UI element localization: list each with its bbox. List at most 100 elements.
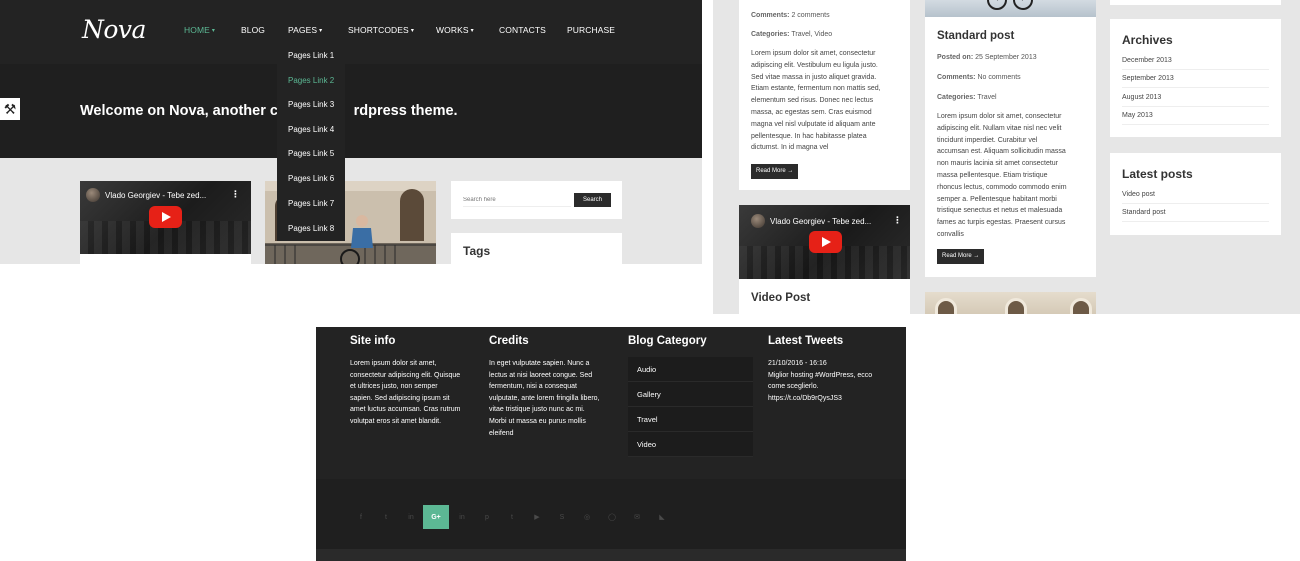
post-card: Comments: 2 comments Categories: Travel,… <box>739 0 910 190</box>
dropdown-item[interactable]: Pages Link 6 <box>288 174 334 183</box>
top-navbar: Nova HOME ▾ BLOG PAGES ▾ SHORTCODES ▾ WORKS… <box>0 0 702 64</box>
latest-posts-widget: Latest posts Video post Standard post <box>1110 153 1281 235</box>
dropdown-item[interactable]: Pages Link 5 <box>288 149 334 158</box>
nav-item-contacts[interactable]: CONTACTS <box>499 25 546 35</box>
latest-posts-title: Latest posts <box>1122 167 1193 181</box>
widget-stub <box>1110 0 1281 5</box>
post-excerpt: Lorem ipsum dolor sit amet, consectetur a… <box>937 113 1067 238</box>
chevron-down-icon: ▾ <box>470 28 474 34</box>
site-logo[interactable]: Nova <box>82 15 146 44</box>
arch-window <box>1005 298 1027 314</box>
more-options-icon[interactable]: ⋮ <box>231 189 240 200</box>
site-info-text: Lorem ipsum dolor sit amet, consectetur a… <box>350 360 461 425</box>
video-player[interactable]: Vlado Georgiev - Tebe zed... ⋮ <box>80 181 251 254</box>
skype-icon[interactable]: S <box>549 505 575 529</box>
latest-tweets-text: 21/10/2016 - 16:16 Miglior hosting #WordP… <box>768 360 873 402</box>
nav-item-pages[interactable]: PAGES ▾ <box>288 25 322 35</box>
category-link-gallery[interactable]: Gallery <box>628 382 753 407</box>
building-image[interactable] <box>925 292 1096 314</box>
tools-icon[interactable]: ⚒ <box>0 98 20 120</box>
blog-category-title: Blog Category <box>628 335 707 347</box>
nav-item-home[interactable]: HOME ▾ <box>184 25 215 35</box>
tags-title: Tags <box>463 244 491 258</box>
arch-window <box>1070 298 1092 314</box>
dropdown-item[interactable]: Pages Link 1 <box>288 51 334 60</box>
dropdown-item[interactable]: Pages Link 2 <box>288 76 334 85</box>
chevron-down-icon: ▾ <box>211 28 216 34</box>
standard-post-card: Standard post Posted on: 25 September 20… <box>925 17 1096 277</box>
video-title[interactable]: Vlado Georgiev - Tebe zed... <box>770 217 871 226</box>
video-title[interactable]: Vlado Georgiev - Tebe zed... <box>105 191 206 200</box>
nav-item-blog[interactable]: BLOG <box>241 25 265 35</box>
email-icon[interactable]: ✉ <box>624 505 650 529</box>
chevron-down-icon: ▾ <box>319 28 323 34</box>
video-post-card: Vlado Georgiev - Tebe zed... ⋮ Video Pos… <box>739 205 910 314</box>
video-post-title[interactable]: Video Post <box>751 292 810 304</box>
site-info-title: Site info <box>350 335 396 347</box>
play-icon[interactable] <box>809 231 842 253</box>
latest-post-link[interactable]: Video post <box>1122 191 1269 204</box>
dribbble-icon[interactable]: ◎ <box>574 505 600 529</box>
post-title[interactable]: Standard post <box>937 30 1014 42</box>
tags-widget: Tags <box>451 233 622 264</box>
tumblr-icon[interactable]: t <box>499 505 525 529</box>
dropdown-item[interactable]: Pages Link 3 <box>288 100 334 109</box>
pinterest-icon[interactable]: p <box>474 505 500 529</box>
twitter-icon[interactable]: t <box>373 505 399 529</box>
chevron-down-icon: ▾ <box>410 28 414 34</box>
hero-banner: Welcome on Nova, another cr rdpress theme… <box>0 64 702 158</box>
archive-link[interactable]: May 2013 <box>1122 112 1269 125</box>
nav-item-purchase[interactable]: PURCHASE <box>567 25 615 35</box>
google-plus-icon[interactable]: G+ <box>423 505 449 529</box>
avatar <box>751 214 765 228</box>
linkedin-alt-icon[interactable]: in <box>449 505 475 529</box>
read-more-button[interactable]: Read More → <box>751 164 799 179</box>
bike-image[interactable] <box>925 0 1096 17</box>
more-options-icon[interactable]: ⋮ <box>893 215 902 226</box>
archive-link[interactable]: August 2013 <box>1122 94 1269 107</box>
archives-title: Archives <box>1122 33 1173 47</box>
footer-preview-panel: Site info Lorem ipsum dolor sit amet, con… <box>316 327 906 561</box>
video-player[interactable]: Vlado Georgiev - Tebe zed... ⋮ <box>739 205 910 279</box>
video-header: Vlado Georgiev - Tebe zed... <box>751 214 871 228</box>
latest-post-link[interactable]: Standard post <box>1122 209 1269 222</box>
facebook-icon[interactable]: f <box>348 505 374 529</box>
post-categories: Categories: Travel <box>937 94 997 101</box>
read-more-button[interactable]: Read More → <box>937 249 985 264</box>
credits-title: Credits <box>489 335 529 347</box>
rss-icon[interactable]: ◣ <box>649 505 675 529</box>
post-excerpt: Lorem ipsum dolor sit amet, consectetur a… <box>751 50 881 152</box>
hero-title: Welcome on Nova, another cr rdpress theme… <box>80 103 458 119</box>
video-header: Vlado Georgiev - Tebe zed... <box>86 188 206 202</box>
blog-preview-panel: Comments: 2 comments Categories: Travel,… <box>713 0 1300 314</box>
linkedin-icon[interactable]: in <box>398 505 424 529</box>
pages-dropdown-menu: Pages Link 1 Pages Link 2 Pages Link 3 P… <box>277 44 345 241</box>
category-link-video[interactable]: Video <box>628 432 753 457</box>
nav-item-works[interactable]: WORKS ▾ <box>436 25 474 35</box>
archive-link[interactable]: December 2013 <box>1122 57 1269 70</box>
avatar <box>86 188 100 202</box>
post-comments: Comments: No comments <box>937 74 1021 81</box>
youtube-icon[interactable]: ▶ <box>524 505 550 529</box>
play-icon[interactable] <box>149 206 182 228</box>
category-link-audio[interactable]: Audio <box>628 357 753 382</box>
dropdown-item[interactable]: Pages Link 4 <box>288 125 334 134</box>
search-input[interactable] <box>463 193 571 207</box>
video-card: Vlado Georgiev - Tebe zed... ⋮ <box>80 181 251 264</box>
header-preview-panel: Nova HOME ▾ BLOG PAGES ▾ SHORTCODES ▾ WORKS… <box>0 0 702 264</box>
bicycle-photo <box>987 0 1033 10</box>
dropdown-item[interactable]: Pages Link 7 <box>288 199 334 208</box>
post-categories: Categories: Travel, Video <box>751 31 833 38</box>
search-button[interactable]: Search <box>574 193 611 207</box>
footer-bottom-strip <box>316 549 906 561</box>
archive-link[interactable]: September 2013 <box>1122 75 1269 88</box>
credits-text: In eget vulputate sapien. Nunc a lectus a… <box>489 360 600 437</box>
category-link-travel[interactable]: Travel <box>628 407 753 432</box>
post-date: Posted on: 25 September 2013 <box>937 54 1037 61</box>
archives-widget: Archives December 2013 September 2013 Au… <box>1110 19 1281 137</box>
github-icon[interactable]: ◯ <box>599 505 625 529</box>
dropdown-item[interactable]: Pages Link 8 <box>288 224 334 233</box>
nav-item-shortcodes[interactable]: SHORTCODES ▾ <box>348 25 414 35</box>
blog-category-list: Audio Gallery Travel Video <box>628 357 753 457</box>
search-widget: Search <box>451 181 622 219</box>
